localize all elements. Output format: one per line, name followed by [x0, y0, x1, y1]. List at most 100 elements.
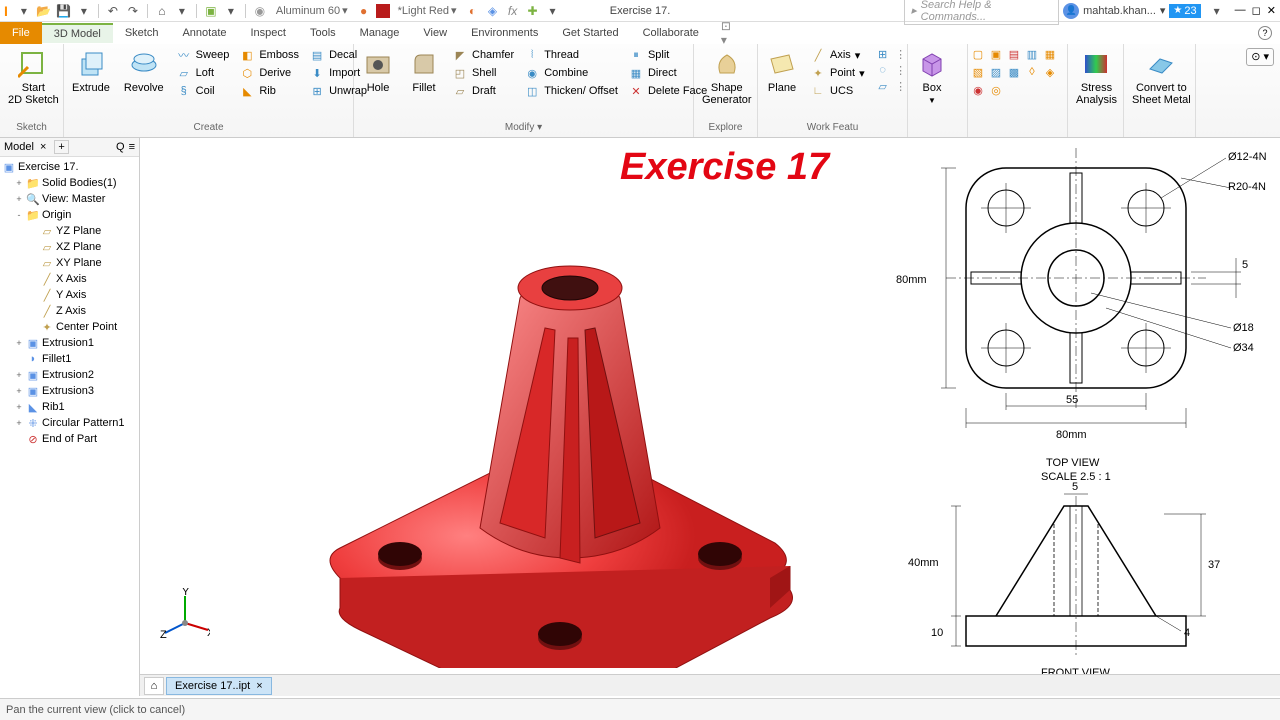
tree-item[interactable]: +📁Solid Bodies(1) [0, 175, 139, 191]
measure-icon[interactable]: ◈ [485, 3, 501, 19]
redo-icon[interactable]: ↷ [125, 3, 141, 19]
pattern2-icon[interactable]: ⋮ [893, 46, 909, 62]
viewport[interactable]: Exercise 17 [140, 138, 1280, 696]
layer-icon[interactable]: ▣ [203, 3, 219, 19]
revolve-button[interactable]: Revolve [118, 46, 170, 96]
link-icon[interactable]: ▾ [223, 3, 239, 19]
tree-item[interactable]: ⊘End of Part [0, 431, 139, 447]
new-icon[interactable]: ▾ [16, 3, 32, 19]
point-button[interactable]: ✦Point ▾ [806, 64, 869, 82]
browser-close-icon[interactable]: × [40, 141, 46, 153]
surf4-icon[interactable]: ▥ [1024, 46, 1040, 62]
ucs-button[interactable]: ∟UCS [806, 82, 869, 100]
tree-item[interactable]: +◣Rib1 [0, 399, 139, 415]
tab-tools[interactable]: Tools [298, 24, 348, 42]
minimize-button[interactable]: — [1235, 4, 1246, 17]
loft-button[interactable]: ▱Loft [172, 64, 234, 82]
shell-button[interactable]: ◰Shell [448, 64, 518, 82]
thread-button[interactable]: ⦚Thread [520, 46, 622, 64]
fx-icon[interactable]: fx [505, 3, 521, 19]
extrude-button[interactable]: Extrude [66, 46, 116, 96]
undo-icon[interactable]: ↶ [105, 3, 121, 19]
combine-button[interactable]: ◉Combine [520, 64, 622, 82]
tree-item[interactable]: +▣Extrusion2 [0, 367, 139, 383]
tree-item[interactable]: ✦Center Point [0, 319, 139, 335]
sweep-button[interactable]: 〰Sweep [172, 46, 234, 64]
home-icon[interactable]: ⌂ [154, 3, 170, 19]
box-button[interactable]: Box▼ [910, 46, 954, 107]
tree-item[interactable]: ▱XY Plane [0, 255, 139, 271]
pattern-rect-icon[interactable]: ⊞ [875, 46, 891, 62]
search-input[interactable]: ▸ Search Help & Commands... [904, 0, 1059, 25]
coil-button[interactable]: §Coil [172, 82, 234, 100]
surf2-icon[interactable]: ▣ [988, 46, 1004, 62]
shape-generator-button[interactable]: Shape Generator [696, 46, 758, 108]
view-triad[interactable]: YXZ [160, 588, 210, 638]
dropdown2-icon[interactable]: ▾ [545, 3, 561, 19]
notification-badge[interactable]: ★ 23 [1169, 4, 1200, 18]
tab-manage[interactable]: Manage [348, 24, 412, 42]
pattern4-icon[interactable]: ⋮ [893, 78, 909, 94]
tree-item[interactable]: -📁Origin [0, 207, 139, 223]
tree-item[interactable]: ╱X Axis [0, 271, 139, 287]
dropdown-icon[interactable]: ▾ [76, 3, 92, 19]
appearance-dropdown[interactable]: *Light Red ▾ [394, 4, 461, 17]
tab-view[interactable]: View [411, 24, 459, 42]
tab-collaborate[interactable]: Collaborate [631, 24, 711, 42]
tree-root[interactable]: ▣Exercise 17. [0, 159, 139, 175]
pattern-circ-icon[interactable]: ◌ [875, 62, 891, 78]
convert-sheet-metal-button[interactable]: Convert to Sheet Metal [1126, 46, 1197, 108]
tree-item[interactable]: +⁜Circular Pattern1 [0, 415, 139, 431]
surf7-icon[interactable]: ▨ [988, 64, 1004, 80]
browser-add-icon[interactable]: + [54, 140, 68, 154]
tab-annotate[interactable]: Annotate [170, 24, 238, 42]
plus-icon[interactable]: ✚ [525, 3, 541, 19]
user-badge[interactable]: 👤mahtab.khan... ▾ [1063, 3, 1165, 19]
tab-sketch[interactable]: Sketch [113, 24, 171, 42]
tree-item[interactable]: +🔍View: Master [0, 191, 139, 207]
surf10-icon[interactable]: ◈ [1042, 64, 1058, 80]
tree-item[interactable]: +▣Extrusion1 [0, 335, 139, 351]
chamfer-button[interactable]: ◤Chamfer [448, 46, 518, 64]
hole-button[interactable]: Hole [356, 46, 400, 96]
chevron-down-icon[interactable]: ▾ [1209, 3, 1225, 19]
material-dropdown[interactable]: Aluminum 60 ▾ [272, 4, 352, 17]
surf8-icon[interactable]: ▩ [1006, 64, 1022, 80]
tree-item[interactable]: ◗Fillet1 [0, 351, 139, 367]
tab-inspect[interactable]: Inspect [239, 24, 298, 42]
select-icon[interactable]: ▾ [174, 3, 190, 19]
surf6-icon[interactable]: ▧ [970, 64, 986, 80]
ribbon-collapse-icon[interactable]: ⊙ ▾ [1246, 48, 1274, 66]
document-tab[interactable]: Exercise 17..ipt× [166, 677, 272, 695]
file-tab[interactable]: File [0, 22, 42, 44]
tree-item[interactable]: ╱Z Axis [0, 303, 139, 319]
help-icon[interactable]: ? [1258, 26, 1272, 40]
pattern3-icon[interactable]: ⋮ [893, 62, 909, 78]
tree-item[interactable]: ▱YZ Plane [0, 223, 139, 239]
derive-button[interactable]: ⬡Derive [235, 64, 303, 82]
surf3-icon[interactable]: ▤ [1006, 46, 1022, 62]
surf5-icon[interactable]: ▦ [1042, 46, 1058, 62]
surf9-icon[interactable]: ◊ [1024, 64, 1040, 80]
mirror-icon[interactable]: ▱ [875, 78, 891, 94]
surf1-icon[interactable]: ▢ [970, 46, 986, 62]
tab-get-started[interactable]: Get Started [550, 24, 630, 42]
surf11-icon[interactable]: ◉ [970, 82, 986, 98]
draft-button[interactable]: ▱Draft [448, 82, 518, 100]
tree-item[interactable]: +▣Extrusion3 [0, 383, 139, 399]
browser-search-icon[interactable]: Q [116, 141, 125, 153]
surf12-icon[interactable]: ◎ [988, 82, 1004, 98]
thicken-button[interactable]: ◫Thicken/ Offset [520, 82, 622, 100]
axis-button[interactable]: ╱Axis ▾ [806, 46, 869, 64]
tab-3d-model[interactable]: 3D Model [42, 23, 113, 43]
emboss-button[interactable]: ◧Emboss [235, 46, 303, 64]
open-icon[interactable]: 📂 [36, 3, 52, 19]
rib-button[interactable]: ◣Rib [235, 82, 303, 100]
fillet-button[interactable]: Fillet [402, 46, 446, 96]
plane-button[interactable]: Plane [760, 46, 804, 96]
maximize-button[interactable]: ◻ [1252, 4, 1261, 17]
tree-item[interactable]: ▱XZ Plane [0, 239, 139, 255]
start-2d-sketch-button[interactable]: Start 2D Sketch [2, 46, 65, 108]
stress-analysis-button[interactable]: Stress Analysis [1070, 46, 1123, 108]
bullet-icon[interactable]: ⊡ ▾ [721, 25, 737, 41]
